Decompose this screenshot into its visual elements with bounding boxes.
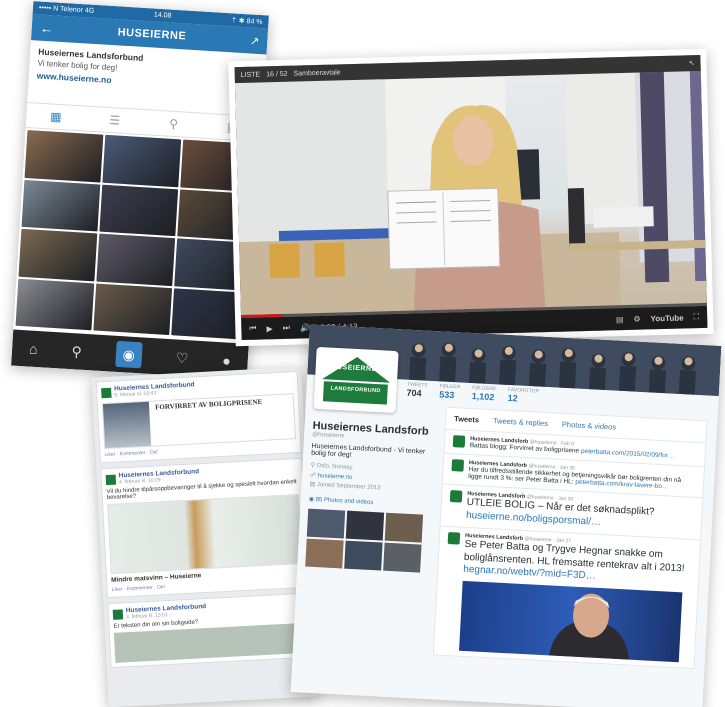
playlist-label[interactable]: LISTE [241,71,261,79]
instagram-phone-screenshot: ••••• N Telenor 4G 14.08 ⇡ ✱ 84 % ← HUSE… [11,1,269,380]
video-scene [234,54,708,341]
carrier-label: ••••• N Telenor 4G [38,4,95,15]
photo-tile[interactable] [93,283,173,336]
activity-icon[interactable]: ♡ [175,349,189,367]
captions-icon[interactable]: ▤ [616,315,624,324]
stat-followers[interactable]: FØLGERE 1,102 [472,385,497,402]
stat-tweets[interactable]: TWEETS 704 [406,382,428,399]
list-view-icon[interactable]: ☰ [85,107,145,135]
photo-tile[interactable] [15,278,95,331]
stat-value: 12 [507,392,518,404]
photo-thumbnail[interactable] [344,540,383,571]
facebook-feed-screenshot: Huseiernes Landsforbund 5. februar kl. 1… [91,366,319,707]
feed-post: Huseiernes Landsforbund 4. februar kl. 1… [100,457,309,599]
previous-icon[interactable]: ⏮ [249,324,256,334]
photo-thumbnail[interactable] [305,538,344,569]
stat-following[interactable]: FØLGER 533 [439,383,460,400]
photos-link[interactable]: ◉ 85 Photos and videos [309,495,429,508]
profile-logo[interactable]: HUSEIERNES LANDSFORBUND [313,346,399,414]
photo-thumbnails [305,508,424,573]
photo-thumbnail[interactable] [383,542,422,573]
share-icon[interactable]: ↗ [250,34,260,48]
search-icon[interactable]: ⚲ [71,343,82,361]
feed-post: Huseiernes Landsforbund 5. februar kl. 1… [95,370,302,464]
back-arrow-icon[interactable]: ← [39,20,54,37]
photo-grid [13,128,261,342]
stat-value: 1,102 [471,391,495,403]
video-frame[interactable]: LISTE 16 / 52 Samboeravtale ➴ ⏮ ▶ ⏭ 🔊 0:… [234,54,708,341]
feed-post: Huseiernes Landsforbund 3. februar kl. 1… [107,592,313,669]
tweet[interactable]: Huseiernes Landsforb @huseierne · Jan 27… [434,527,700,668]
camera-icon[interactable]: ◉ [115,340,143,369]
profile-website[interactable]: huseierne.no [318,473,353,481]
settings-icon[interactable]: ⚙ [633,314,640,323]
stat-value: 533 [439,389,455,401]
photos-label: 85 Photos and videos [315,496,374,506]
home-icon[interactable]: ⌂ [29,341,38,357]
photo-thumbnail[interactable] [384,512,424,543]
playlist-counter: 16 / 52 [266,70,288,78]
volume-icon[interactable]: 🔊 [300,323,310,332]
link-title[interactable]: FORVIRRET AV BOLIGPRISENE [155,398,262,412]
tab-photos[interactable]: Photos & videos [562,420,617,432]
tweet-avatar[interactable] [452,435,466,448]
post-image[interactable] [107,494,303,574]
page-avatar[interactable] [105,474,117,485]
tweet-timeline: Tweets Tweets & replies Photos & videos … [432,406,708,669]
photo-tile[interactable] [102,134,182,187]
tweet-avatar[interactable] [447,531,461,545]
video-thumbnail-person [548,593,629,660]
post-image[interactable] [113,622,308,663]
twitter-profile-screenshot: HUSEIERNES LANDSFORBUND TWEETS 704 FØLGE… [290,324,722,707]
stat-favorites[interactable]: FAVORITTER 12 [507,387,539,405]
header-title: HUSEIERNE [117,26,187,43]
youtube-logo[interactable]: YouTube [650,313,683,323]
video-still-illustration [234,70,707,341]
status-time: 14.08 [153,11,172,20]
photo-tile[interactable] [18,228,98,281]
tab-tweets[interactable]: Tweets [454,414,479,424]
share-icon[interactable]: ➴ [689,59,695,67]
photo-tile[interactable] [96,233,176,286]
tab-replies[interactable]: Tweets & replies [493,416,548,428]
huseiernes-logo-mark [322,356,390,405]
photo-thumbnail[interactable] [345,510,385,541]
tweet-avatar[interactable] [449,490,463,503]
location-icon[interactable]: ⚲ [143,110,203,138]
link-thumbnail[interactable] [102,401,152,449]
profile-sidebar: Huseiernes Landsforb @huseierne Huseiern… [305,420,433,573]
profile-location: Oslo, Norway [316,463,353,471]
page-avatar[interactable] [112,608,124,620]
next-icon[interactable]: ⏭ [283,323,290,333]
profile-joined: Joined September 2013 [316,482,381,492]
battery-label: ⇡ ✱ 84 % [230,16,263,26]
profile-details: ⚲ Oslo, Norway ☍ huseierne.no ▤ Joined S… [309,462,430,497]
stat-value: 704 [406,387,422,399]
fullscreen-icon[interactable]: ⛶ [693,312,699,322]
video-title[interactable]: Samboeravtale [293,69,340,77]
video-player-screenshot: LISTE 16 / 52 Samboeravtale ➴ ⏮ ▶ ⏭ 🔊 0:… [228,48,714,347]
tweet-avatar[interactable] [451,459,465,472]
photo-tile[interactable] [21,179,101,232]
photo-thumbnail[interactable] [306,508,346,539]
photo-tile[interactable] [99,184,179,237]
play-icon[interactable]: ▶ [266,324,272,333]
profile-bio: Huseiernes Landsforbund - Vi tenker boli… [310,442,426,459]
profile-icon[interactable]: ● [222,352,231,368]
page-avatar[interactable] [101,387,112,398]
grid-view-icon[interactable]: ▦ [26,103,86,131]
photo-tile[interactable] [24,130,104,183]
tweet-media-video[interactable] [459,580,683,662]
